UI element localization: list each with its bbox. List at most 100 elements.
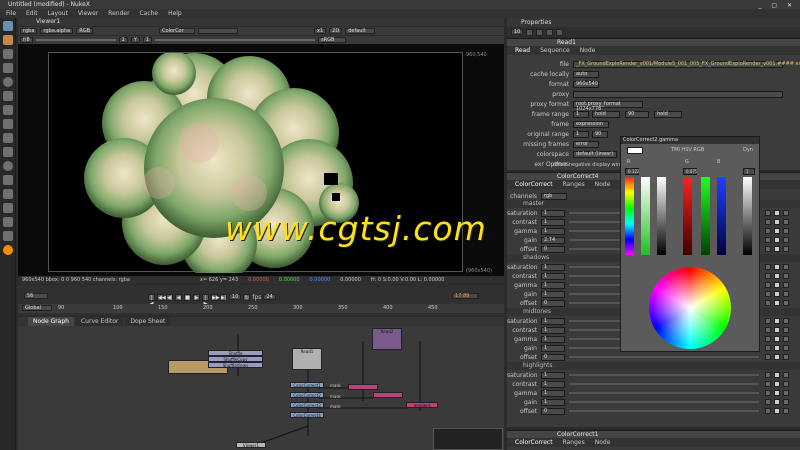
color-picker-window[interactable]: ColorCorrect2.gamma TMI HSV RGB Dyn R G …	[620, 136, 760, 352]
menu-file[interactable]: File	[6, 10, 16, 17]
node-graph-navigator[interactable]	[433, 428, 503, 450]
menu-layout[interactable]: Layout	[48, 10, 68, 17]
input-a-select[interactable]: ColorCor	[159, 28, 196, 34]
draw-tool-icon[interactable]	[2, 35, 13, 45]
color-picker-button[interactable]	[765, 372, 771, 378]
format-select[interactable]: 960x540	[573, 81, 599, 88]
tab-sequence[interactable]: Sequence	[540, 46, 570, 55]
tab-node-graph[interactable]: Node Graph	[28, 317, 74, 326]
animation-menu-icon[interactable]	[783, 210, 789, 216]
color-swatch-button[interactable]	[774, 210, 780, 216]
play-forward-icon[interactable]: ▶	[193, 293, 200, 301]
next-key-icon[interactable]: ▶▶	[211, 293, 220, 301]
contrast-field[interactable]: 1	[541, 327, 565, 334]
display-mode-select[interactable]: RGB	[76, 28, 94, 34]
3d-tool-icon[interactable]	[2, 147, 13, 157]
undo-icon[interactable]	[546, 28, 553, 36]
node-merge-mask-2[interactable]	[373, 392, 403, 398]
properties-tab[interactable]: Properties	[507, 18, 800, 27]
missing-frames-select[interactable]: error	[573, 141, 599, 148]
node-colorcorrect2[interactable]: ColorCorrect2	[290, 392, 324, 398]
colorspace-select[interactable]: sRGB	[318, 37, 347, 43]
gain-field[interactable]: 1	[541, 291, 565, 298]
keyer-tool-icon[interactable]	[2, 105, 13, 115]
tab-colorcorrect[interactable]: ColorCorrect	[515, 180, 553, 189]
color-swatch-button[interactable]	[774, 345, 780, 351]
color-picker-button[interactable]	[765, 228, 771, 234]
green-slider[interactable]	[701, 177, 710, 255]
transform-tool-icon[interactable]	[2, 133, 13, 143]
menu-cache[interactable]: Cache	[139, 10, 158, 17]
animation-menu-icon[interactable]	[783, 264, 789, 270]
frame-mode-select[interactable]: expression	[573, 121, 609, 128]
menu-help[interactable]: Help	[168, 10, 182, 17]
hue-slider[interactable]	[625, 177, 634, 255]
color-swatch-button[interactable]	[774, 246, 780, 252]
viewer-tab[interactable]: Viewer1	[18, 18, 504, 26]
color-swatch-button[interactable]	[774, 327, 780, 333]
r-value-field[interactable]: 0.122	[625, 168, 639, 175]
offset-field[interactable]: 0	[541, 300, 565, 307]
color-picker-button[interactable]	[765, 273, 771, 279]
gain-field[interactable]: 2.74	[541, 237, 565, 244]
menu-edit[interactable]: Edit	[26, 10, 38, 17]
color-picker-button[interactable]	[765, 399, 771, 405]
lut-select[interactable]: default	[345, 28, 376, 34]
alpha-slider[interactable]	[743, 177, 752, 255]
channel-tool-icon[interactable]	[2, 63, 13, 73]
color-swatch-button[interactable]	[774, 300, 780, 306]
tab-node[interactable]: Node	[580, 46, 596, 55]
timeline-end-field[interactable]: 17.89	[452, 293, 478, 299]
saturation-field[interactable]: 1	[541, 210, 565, 217]
color-picker-button[interactable]	[765, 264, 771, 270]
node-read2[interactable]: Read2	[372, 328, 402, 350]
fstop-field[interactable]: f/8	[20, 37, 33, 43]
timeline-ruler[interactable]: Global 90 100 150 200 250 300 350 400 45…	[18, 304, 504, 313]
loop-icon[interactable]: ↻	[243, 293, 251, 301]
original-range-start[interactable]: 1	[573, 131, 589, 138]
views-tool-icon[interactable]	[2, 161, 13, 171]
frame-range-after[interactable]: hold	[654, 111, 682, 118]
animation-menu-icon[interactable]	[783, 246, 789, 252]
color-picker-button[interactable]	[765, 282, 771, 288]
color-swatch-button[interactable]	[774, 408, 780, 414]
file-path-field[interactable]: _FX_GroundExploRender_v001/Module5_001_0…	[573, 61, 800, 68]
gain-field[interactable]: 1	[541, 345, 565, 352]
color-picker-button[interactable]	[765, 219, 771, 225]
value-slider[interactable]	[657, 177, 666, 255]
offset-slider[interactable]	[569, 356, 759, 358]
contrast-field[interactable]: 1	[541, 381, 565, 388]
saturation-field[interactable]: 1	[541, 264, 565, 271]
color-picker-button[interactable]	[765, 318, 771, 324]
lock-icon[interactable]	[526, 28, 533, 36]
play-backward-icon[interactable]: ◀	[175, 293, 182, 301]
color-picker-button[interactable]	[765, 300, 771, 306]
prev-key-icon[interactable]: ◀◀	[157, 293, 166, 301]
menu-render[interactable]: Render	[108, 10, 129, 17]
time-tool-icon[interactable]	[2, 49, 13, 59]
gain-slider[interactable]	[35, 39, 116, 41]
animation-menu-icon[interactable]	[783, 318, 789, 324]
gamma-slider[interactable]	[155, 39, 316, 41]
tab-node[interactable]: Node	[595, 438, 611, 447]
color-swatch-button[interactable]	[774, 354, 780, 360]
color-picker-button[interactable]	[765, 381, 771, 387]
picker-modes[interactable]: TMI HSV RGB	[671, 147, 704, 153]
filter-tool-icon[interactable]	[2, 91, 13, 101]
increment-field[interactable]: 10	[229, 294, 242, 300]
menu-viewer[interactable]: Viewer	[78, 10, 98, 17]
nuke-logo-icon[interactable]	[2, 245, 13, 255]
color-swatch-button[interactable]	[774, 273, 780, 279]
color-swatch-button[interactable]	[774, 381, 780, 387]
offset-slider[interactable]	[569, 410, 759, 412]
animation-menu-icon[interactable]	[783, 408, 789, 414]
proxy-format-select[interactable]: root.proxy_format 1024x778	[573, 101, 643, 112]
cache-locally-select[interactable]: auto	[573, 71, 599, 78]
color-swatch-button[interactable]	[774, 390, 780, 396]
color-picker-button[interactable]	[765, 336, 771, 342]
colorcorrect1-name[interactable]: ColorCorrect1	[557, 431, 598, 438]
animation-menu-icon[interactable]	[783, 228, 789, 234]
colorcorrect4-name[interactable]: ColorCorrect4	[557, 173, 598, 180]
node-colorcorrect1[interactable]: ColorCorrect1	[290, 382, 324, 388]
prev-frame-icon[interactable]: ◀|	[166, 293, 173, 301]
